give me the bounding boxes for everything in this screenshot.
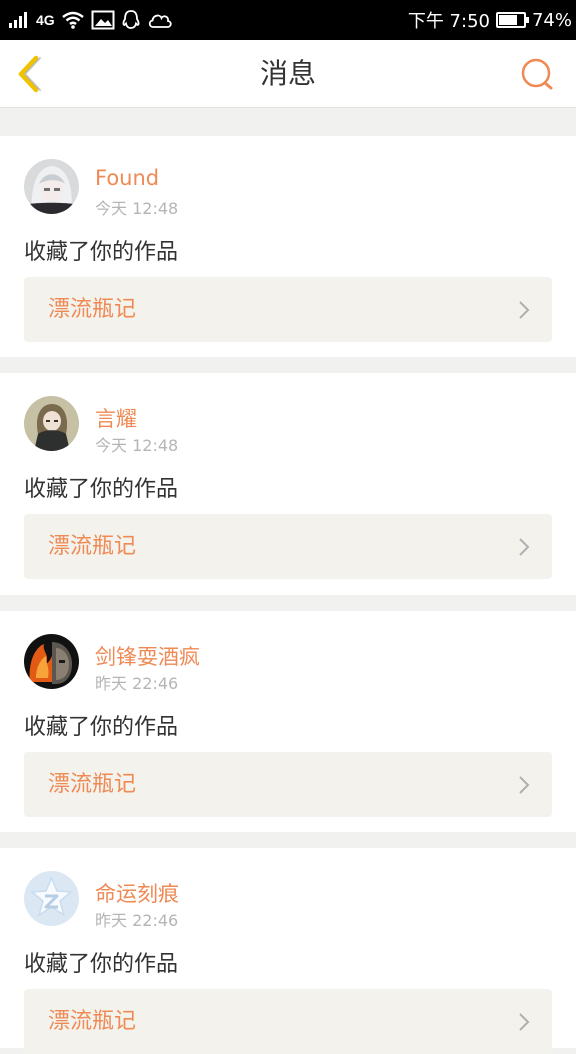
work-link[interactable]: 漂流瓶记 [24, 514, 552, 579]
work-link[interactable]: 漂流瓶记 [24, 277, 552, 342]
chevron-right-icon [519, 301, 530, 319]
network-type: 4G [36, 12, 55, 28]
username[interactable]: 言耀 [95, 403, 137, 433]
message-card: 言耀 今天 12:48 收藏了你的作品 漂流瓶记 [0, 373, 576, 595]
message-card: Found 今天 12:48 收藏了你的作品 漂流瓶记 [0, 136, 576, 357]
timestamp: 今天 12:48 [95, 436, 179, 455]
message-text: 收藏了你的作品 [24, 240, 179, 265]
username[interactable]: 命运刻痕 [95, 878, 179, 908]
chevron-right-icon [519, 1013, 530, 1031]
timestamp: 今天 12:48 [95, 199, 179, 218]
work-title: 漂流瓶记 [48, 297, 137, 322]
work-title: 漂流瓶记 [48, 772, 137, 797]
avatar[interactable] [24, 159, 79, 214]
work-link[interactable]: 漂流瓶记 [24, 752, 552, 817]
message-text: 收藏了你的作品 [24, 952, 179, 977]
wifi-icon [61, 11, 84, 29]
message-card: 剑锋耍酒疯 昨天 22:46 收藏了你的作品 漂流瓶记 [0, 611, 576, 832]
header: 消息 [0, 40, 576, 108]
work-title: 漂流瓶记 [48, 1009, 137, 1034]
signal-icon [9, 12, 27, 28]
image-icon [91, 10, 115, 30]
timestamp: 昨天 22:46 [95, 911, 179, 930]
battery-level: 74% [531, 9, 572, 31]
cloud-icon [148, 14, 172, 28]
page-title: 消息 [259, 57, 316, 90]
chevron-right-icon [519, 538, 530, 556]
battery-icon [495, 12, 529, 28]
message-text: 收藏了你的作品 [24, 477, 179, 502]
username[interactable]: 剑锋耍酒疯 [95, 641, 200, 671]
timestamp: 昨天 22:46 [95, 674, 179, 693]
work-title: 漂流瓶记 [48, 534, 137, 559]
avatar[interactable] [24, 634, 79, 689]
message-text: 收藏了你的作品 [24, 715, 179, 740]
chevron-right-icon [519, 776, 530, 794]
avatar[interactable] [24, 871, 79, 926]
message-card: 命运刻痕 昨天 22:46 收藏了你的作品 漂流瓶记 [0, 848, 576, 1054]
clock: 下午 7:50 [407, 11, 490, 32]
work-link[interactable]: 漂流瓶记 [24, 989, 552, 1054]
search-icon[interactable] [518, 56, 558, 92]
avatar[interactable] [24, 396, 79, 451]
status-bar: 4G 下午 7:50 74% [0, 0, 576, 40]
username[interactable]: Found [95, 166, 159, 190]
qq-icon [122, 10, 140, 29]
